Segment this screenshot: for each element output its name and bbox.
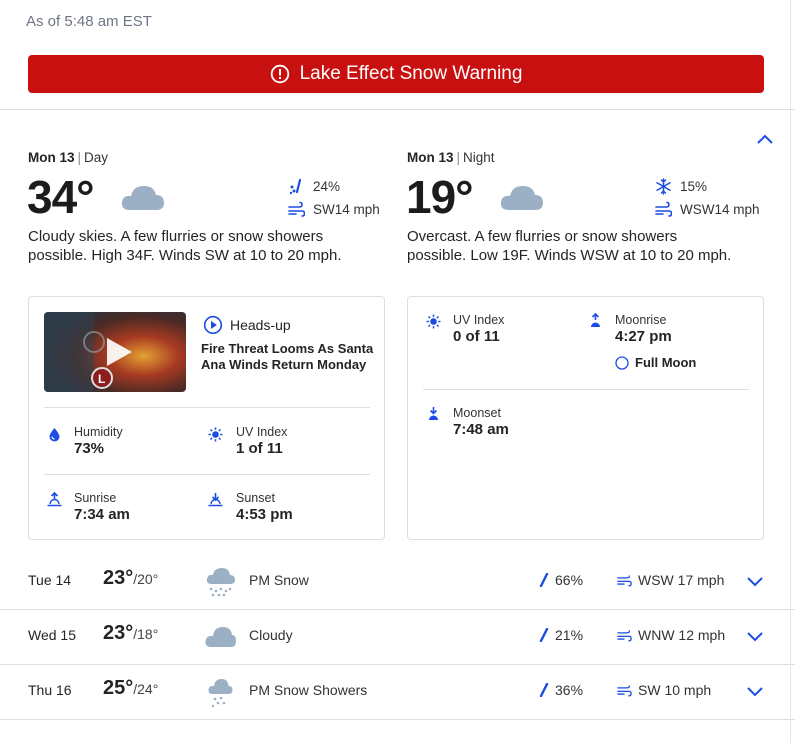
wind-icon [655,201,672,217]
wind-icon [617,629,632,641]
uv-sun-icon [426,314,441,329]
play-circle-icon [203,315,223,335]
sunrise-icon [47,492,62,507]
snow-precip-icon [289,178,302,195]
divider [0,719,795,720]
video-headline-link[interactable]: Fire Threat Looms As Santa Ana Winds Ret… [201,341,376,373]
sunset-value: 4:53 pm [236,506,293,523]
precip-icon [539,573,549,587]
day-uv-label: UV Index [236,425,288,439]
chevron-up-icon[interactable] [756,133,774,145]
sunset-icon [208,493,223,507]
video-thumbnail[interactable]: L [44,312,186,392]
precip-icon [539,683,549,697]
chevron-down-icon[interactable] [746,574,764,588]
moonset-icon [429,407,438,420]
humidity-drop-icon [49,428,60,442]
forecast-precip: 66% [539,572,583,588]
forecast-condition: PM Snow Showers [249,682,368,698]
day-wind: SW14 mph [288,201,380,218]
forecast-precip: 36% [539,682,583,698]
night-uv-value: 0 of 11 [453,328,500,345]
day-uv-value: 1 of 11 [236,440,283,457]
panel-edge [790,0,791,743]
moonrise-label: Moonrise [615,313,667,327]
video-thumbnail-image: L [44,312,186,392]
precip-icon [539,628,549,642]
chevron-down-icon[interactable] [746,684,764,698]
night-heading: Mon 13 | Night [407,150,495,165]
wind-icon [617,684,632,696]
heads-up-label: Heads-up [203,315,291,335]
forecast-row-thu[interactable]: Thu 16 25°/24° PM Snow Showers 36% SW 10… [0,664,795,719]
forecast-temps: 23°/20° [103,567,159,589]
forecast-row-wed[interactable]: Wed 15 23°/18° Cloudy 21% WNW 12 mph [0,609,795,664]
divider [44,474,370,475]
day-precip: 24% [288,178,340,195]
svg-text:L: L [98,372,105,386]
alert-icon [270,64,289,84]
divider [0,109,795,110]
forecast-day: Tue 14 [28,572,72,588]
moonset-label: Moonset [453,406,501,420]
moonrise-icon [591,313,600,327]
sunrise-label: Sunrise [74,491,117,505]
snow-icon [206,568,235,597]
day-narrative: Cloudy skies. A few flurries or snow sho… [28,228,342,264]
forecast-day: Thu 16 [28,682,72,698]
as-of-time: As of 5:48 am EST [26,13,152,30]
moonset-value: 7:48 am [453,421,509,438]
uv-sun-icon [208,427,223,442]
day-temperature: 34° [27,171,95,223]
forecast-temps: 25°/24° [103,677,159,699]
night-narrative: Overcast. A few flurries or snow showers… [407,228,732,264]
wind-icon [288,201,305,217]
moon-phase: Full Moon [615,355,696,370]
humidity-value: 73% [74,440,105,457]
cloud-icon [121,186,164,210]
forecast-wind: WNW 12 mph [617,627,725,643]
night-uv-label: UV Index [453,313,505,327]
alert-label: Lake Effect Snow Warning [299,63,523,84]
forecast-temps: 23°/18° [103,622,159,644]
night-temperature: 19° [406,171,474,223]
cloud-icon [500,186,543,210]
sunset-label: Sunset [236,491,275,505]
snow-showers-icon [208,679,233,708]
cloud-icon [205,627,236,647]
lake-effect-snow-warning-button[interactable]: Lake Effect Snow Warning [28,55,764,93]
day-heading: Mon 13 | Day [28,150,109,165]
snowflake-icon [656,178,671,195]
forecast-condition: Cloudy [249,627,293,643]
forecast-row-tue[interactable]: Tue 14 23°/20° PM Snow 66% WSW 17 mph [0,554,795,609]
chevron-down-icon[interactable] [746,629,764,643]
forecast-wind: WSW 17 mph [617,572,724,588]
moonrise-value: 4:27 pm [615,328,672,345]
forecast-day: Wed 15 [28,627,76,643]
humidity-label: Humidity [74,425,123,439]
forecast-condition: PM Snow [249,572,309,588]
forecast-wind: SW 10 mph [617,682,711,698]
full-moon-icon [615,355,629,370]
divider [423,389,749,390]
night-wind: WSW14 mph [655,201,760,218]
divider [44,407,370,408]
forecast-precip: 21% [539,627,583,643]
night-precip: 15% [655,178,707,195]
wind-icon [617,574,632,586]
sunrise-value: 7:34 am [74,506,130,523]
